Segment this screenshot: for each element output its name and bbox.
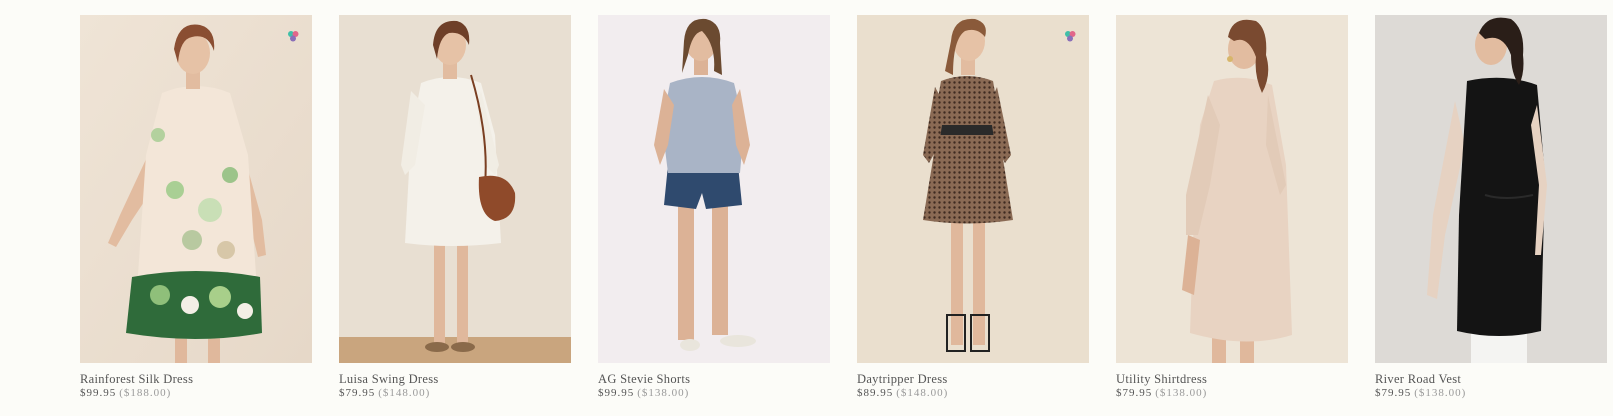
sale-price: $79.95 bbox=[339, 387, 376, 399]
product-price: $99.95 ($138.00) bbox=[598, 387, 830, 400]
original-price: ($138.00) bbox=[637, 387, 690, 399]
product-price: $79.95 ($138.00) bbox=[1116, 387, 1348, 400]
product-card-daytripper-dress[interactable]: Daytripper Dress $89.95 ($148.00) bbox=[857, 15, 1089, 400]
sale-price: $89.95 bbox=[857, 387, 894, 399]
color-swatch-icon[interactable] bbox=[286, 29, 300, 43]
product-card-utility-shirtdress[interactable]: Utility Shirtdress $79.95 ($138.00) bbox=[1116, 15, 1348, 400]
sale-price: $79.95 bbox=[1375, 387, 1412, 399]
product-name[interactable]: Luisa Swing Dress bbox=[339, 372, 571, 386]
product-name[interactable]: Daytripper Dress bbox=[857, 372, 1089, 386]
original-price: ($138.00) bbox=[1155, 387, 1208, 399]
product-image-daytripper-dress[interactable] bbox=[857, 15, 1089, 363]
original-price: ($148.00) bbox=[896, 387, 949, 399]
original-price: ($138.00) bbox=[1414, 387, 1467, 399]
color-swatch-icon[interactable] bbox=[1063, 29, 1077, 43]
product-image-rainforest-silk-dress[interactable] bbox=[80, 15, 312, 363]
original-price: ($148.00) bbox=[378, 387, 431, 399]
product-image-utility-shirtdress[interactable] bbox=[1116, 15, 1348, 363]
sale-price: $79.95 bbox=[1116, 387, 1153, 399]
product-image-ag-stevie-shorts[interactable] bbox=[598, 15, 830, 363]
product-name[interactable]: River Road Vest bbox=[1375, 372, 1607, 386]
sale-price: $99.95 bbox=[80, 387, 117, 399]
product-price: $89.95 ($148.00) bbox=[857, 387, 1089, 400]
product-price: $99.95 ($188.00) bbox=[80, 387, 312, 400]
sale-price: $99.95 bbox=[598, 387, 635, 399]
product-card-luisa-swing-dress[interactable]: Luisa Swing Dress $79.95 ($148.00) bbox=[339, 15, 571, 400]
product-name[interactable]: Utility Shirtdress bbox=[1116, 372, 1348, 386]
product-card-ag-stevie-shorts[interactable]: AG Stevie Shorts $99.95 ($138.00) bbox=[598, 15, 830, 400]
product-name[interactable]: Rainforest Silk Dress bbox=[80, 372, 312, 386]
product-name[interactable]: AG Stevie Shorts bbox=[598, 372, 830, 386]
product-image-luisa-swing-dress[interactable] bbox=[339, 15, 571, 363]
product-card-rainforest-silk-dress[interactable]: Rainforest Silk Dress $99.95 ($188.00) bbox=[80, 15, 312, 400]
product-card-river-road-vest[interactable]: River Road Vest $79.95 ($138.00) bbox=[1375, 15, 1607, 400]
product-image-river-road-vest[interactable] bbox=[1375, 15, 1607, 363]
product-price: $79.95 ($138.00) bbox=[1375, 387, 1607, 400]
product-price: $79.95 ($148.00) bbox=[339, 387, 571, 400]
original-price: ($188.00) bbox=[119, 387, 172, 399]
